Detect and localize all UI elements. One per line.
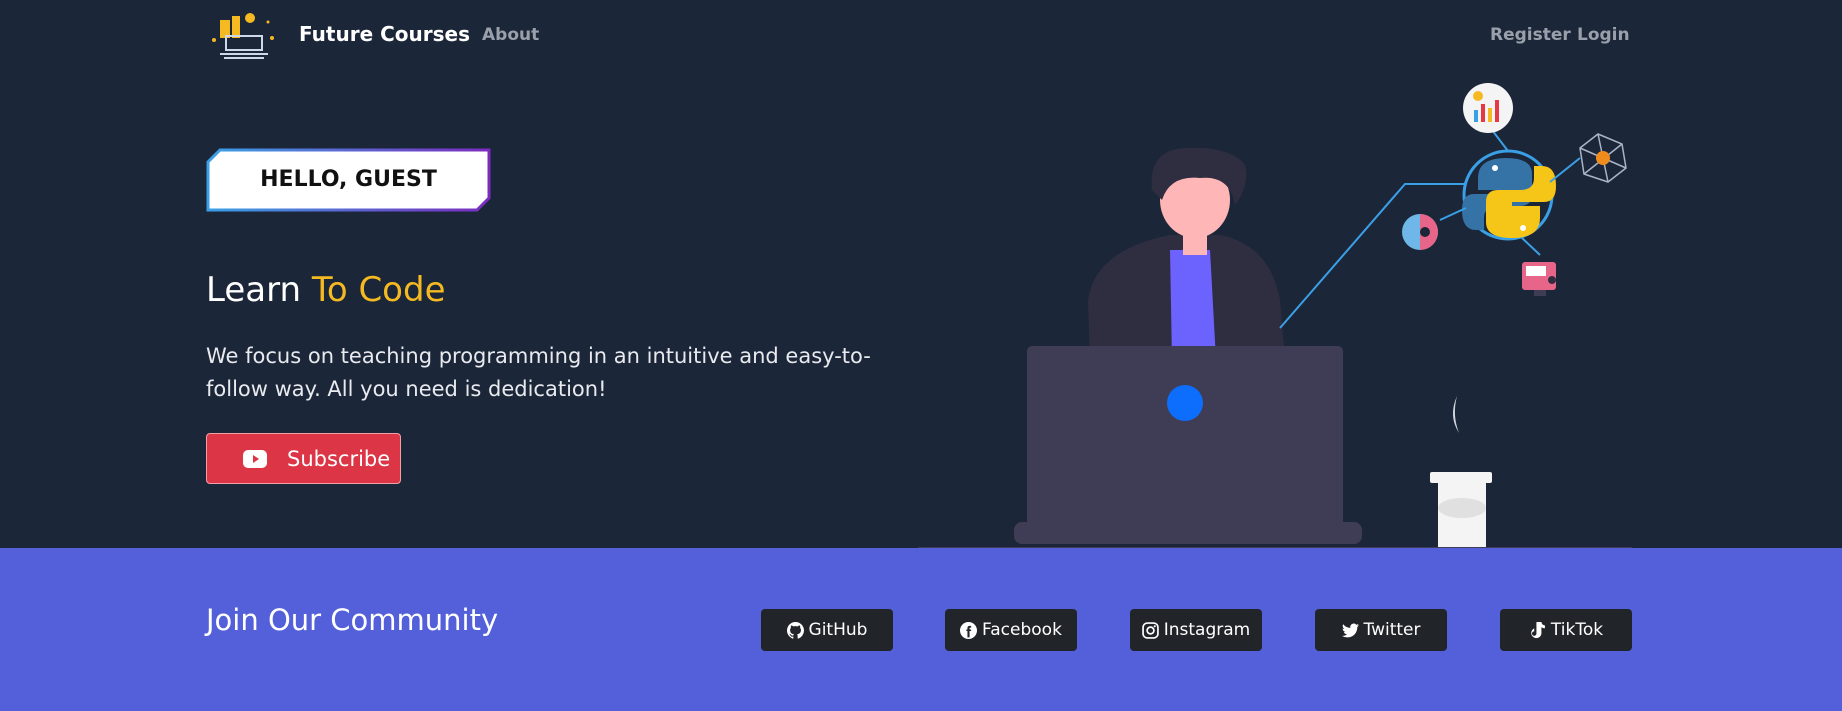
tiktok-button[interactable]: TikTok [1500,609,1632,651]
facebook-label: Facebook [982,620,1062,640]
instagram-icon [1141,621,1159,639]
person-figure [1088,147,1285,360]
tiktok-icon [1531,621,1545,638]
web-node [1522,262,1556,296]
laptop [1014,346,1362,544]
instagram-button[interactable]: Instagram [1130,609,1262,651]
subscribe-button[interactable]: Subscribe [206,433,401,484]
subscribe-label: Subscribe [287,447,391,471]
hero-description: We focus on teaching programming in an i… [206,344,871,401]
nav-about-link[interactable]: About [482,25,539,45]
github-label: GitHub [808,620,868,640]
coffee-cup [1430,396,1492,547]
network-node [1579,133,1627,183]
instagram-label: Instagram [1163,620,1251,640]
nav-register-link[interactable]: Register [1490,25,1571,45]
twitter-label: Twitter [1363,620,1421,640]
headline-text: Learn [206,270,312,310]
github-button[interactable]: GitHub [761,609,893,651]
community-title: Join Our Community [206,603,499,637]
headline: Learn To Code [206,270,446,310]
coder-illustration [918,83,1632,548]
github-icon [786,621,804,639]
nav-brand[interactable]: Future Courses [299,22,470,46]
greeting-box: HELLO, GUEST [206,148,491,212]
hero-section: Future Courses About Register Login HELL… [0,0,1842,548]
logo-icon[interactable] [206,10,280,64]
twitter-icon [1341,623,1359,637]
headline-accent: To Code [311,270,446,310]
greeting-text: HELLO, GUEST [260,167,437,192]
brain-gear-node [1402,214,1438,250]
nav-login-link[interactable]: Login [1577,25,1630,45]
chart-node [1463,83,1513,133]
facebook-button[interactable]: Facebook [945,609,1077,651]
tiktok-label: TikTok [1550,620,1604,640]
python-logo [1462,149,1556,241]
youtube-icon [243,450,267,468]
facebook-icon [960,621,978,639]
twitter-button[interactable]: Twitter [1315,609,1447,651]
